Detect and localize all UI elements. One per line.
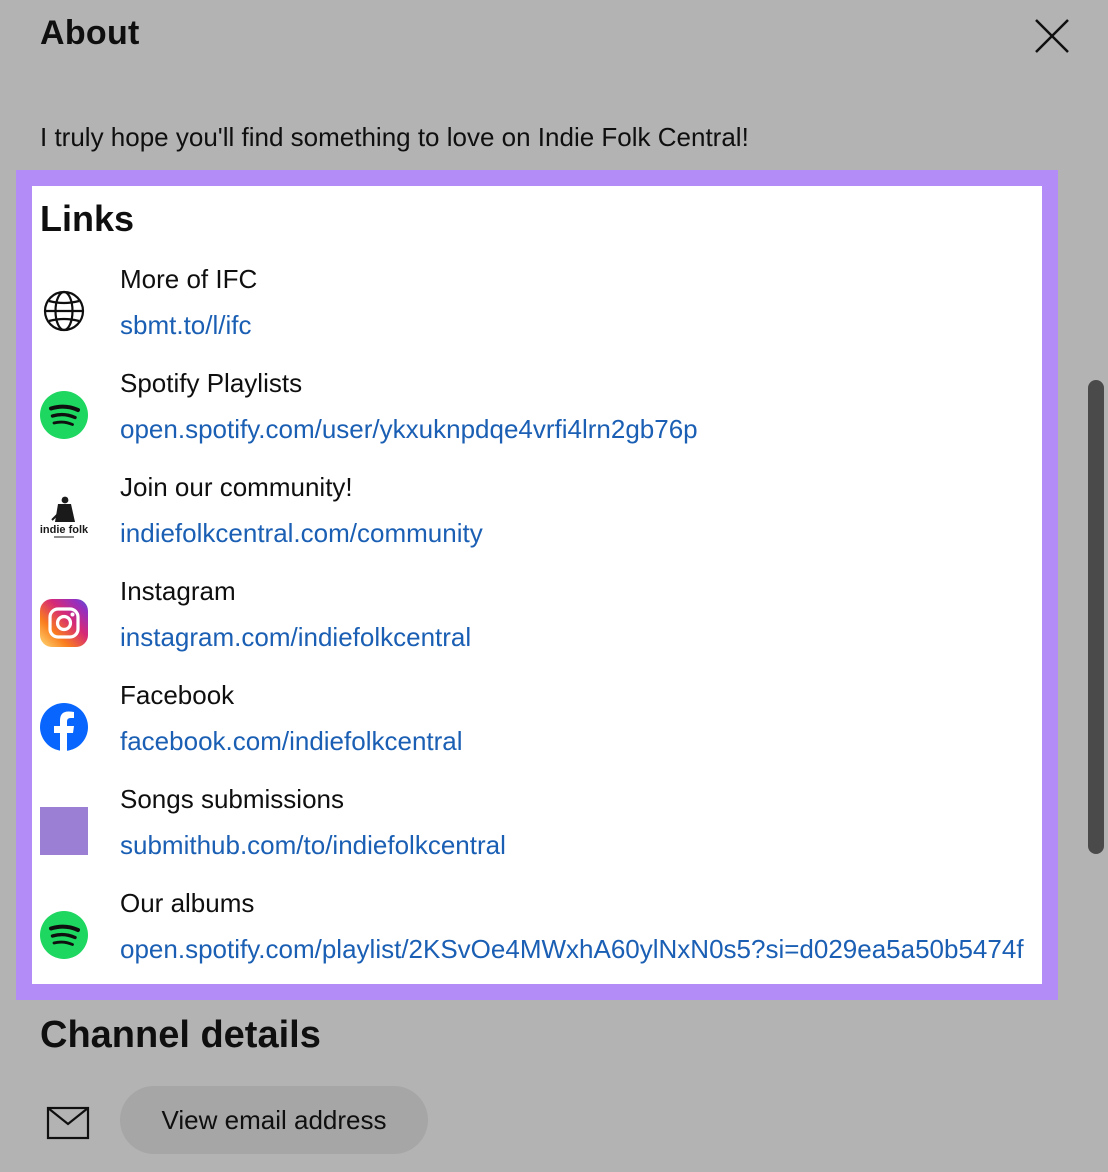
channel-details-heading: Channel details <box>40 1014 321 1056</box>
link-item-songs-submissions[interactable]: Songs submissions submithub.com/to/indie… <box>40 784 1035 880</box>
link-url[interactable]: indiefolkcentral.com/community <box>120 518 483 549</box>
instagram-icon <box>40 599 88 647</box>
link-title: More of IFC <box>120 264 258 294</box>
link-title: Instagram <box>120 576 236 606</box>
link-url[interactable]: facebook.com/indiefolkcentral <box>120 726 463 757</box>
purple-square-icon <box>40 807 88 855</box>
globe-icon <box>40 287 88 335</box>
link-title: Spotify Playlists <box>120 368 303 398</box>
logo-text: indie folk <box>40 524 88 536</box>
close-button[interactable] <box>1030 14 1074 58</box>
link-title: Songs submissions <box>120 784 344 814</box>
spotify-icon <box>40 391 88 439</box>
link-item-join-community[interactable]: indie folk Join our community! indiefolk… <box>40 472 1035 568</box>
spotify-icon <box>40 911 88 959</box>
mail-icon <box>46 1106 90 1140</box>
link-title: Join our community! <box>120 472 353 502</box>
indie-folk-logo-icon: indie folk <box>40 495 88 543</box>
channel-description: I truly hope you'll find something to lo… <box>40 122 749 152</box>
close-icon <box>1035 19 1069 53</box>
link-title: Facebook <box>120 680 235 710</box>
link-url[interactable]: open.spotify.com/playlist/2KSvOe4MWxhA60… <box>120 934 1024 965</box>
view-email-button[interactable]: View email address <box>120 1086 428 1154</box>
links-heading: Links <box>40 198 135 239</box>
facebook-icon <box>40 703 88 751</box>
link-title: Our albums <box>120 888 255 918</box>
link-url[interactable]: open.spotify.com/user/ykxuknpdqe4vrfi4lr… <box>120 414 698 445</box>
link-url[interactable]: submithub.com/to/indiefolkcentral <box>120 830 506 861</box>
scrollbar[interactable] <box>1088 380 1104 854</box>
link-item-our-albums[interactable]: Our albums open.spotify.com/playlist/2KS… <box>40 888 1035 984</box>
link-item-spotify-playlists[interactable]: Spotify Playlists open.spotify.com/user/… <box>40 368 1035 464</box>
page-title: About <box>40 14 140 52</box>
link-item-instagram[interactable]: Instagram instagram.com/indiefolkcentral <box>40 576 1035 672</box>
link-url[interactable]: sbmt.to/l/ifc <box>120 310 251 341</box>
link-item-more-of-ifc[interactable]: More of IFC sbmt.to/l/ifc <box>40 264 1035 360</box>
link-url[interactable]: instagram.com/indiefolkcentral <box>120 622 471 653</box>
link-item-facebook[interactable]: Facebook facebook.com/indiefolkcentral <box>40 680 1035 776</box>
